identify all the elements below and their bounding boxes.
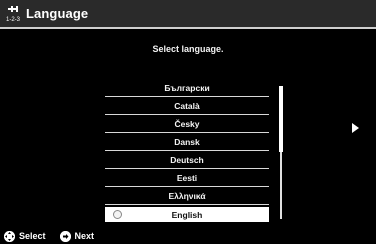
next-hint: Next xyxy=(59,230,95,242)
select-hint: Select xyxy=(4,230,46,242)
language-list: Български Català Česky Dansk Deutsch Ees… xyxy=(105,79,269,222)
scrollbar-thumb[interactable] xyxy=(279,86,283,152)
dpad-icon xyxy=(4,230,15,242)
language-option[interactable]: Dansk xyxy=(105,133,269,151)
svg-text:1-2-3: 1-2-3 xyxy=(6,17,21,23)
language-option[interactable]: Deutsch xyxy=(105,151,269,169)
title-bar: 1-2-3 Language xyxy=(0,0,376,29)
language-option-selected[interactable]: English xyxy=(105,207,269,222)
language-option[interactable]: Česky xyxy=(105,115,269,133)
enter-button-icon xyxy=(59,230,71,242)
footer-hints: Select Next xyxy=(0,228,376,244)
language-settings-icon: 1-2-3 xyxy=(5,5,24,23)
next-page-arrow-icon[interactable] xyxy=(352,123,359,133)
language-option[interactable]: Български xyxy=(105,79,269,97)
next-label: Next xyxy=(74,231,95,241)
language-option[interactable]: Ελληνικά xyxy=(105,187,269,205)
page-title: Language xyxy=(26,6,89,21)
language-option[interactable]: Català xyxy=(105,97,269,115)
radio-icon xyxy=(113,210,122,219)
select-label: Select xyxy=(19,231,46,241)
instruction-text: Select language. xyxy=(152,44,224,54)
language-option[interactable]: Eesti xyxy=(105,169,269,187)
